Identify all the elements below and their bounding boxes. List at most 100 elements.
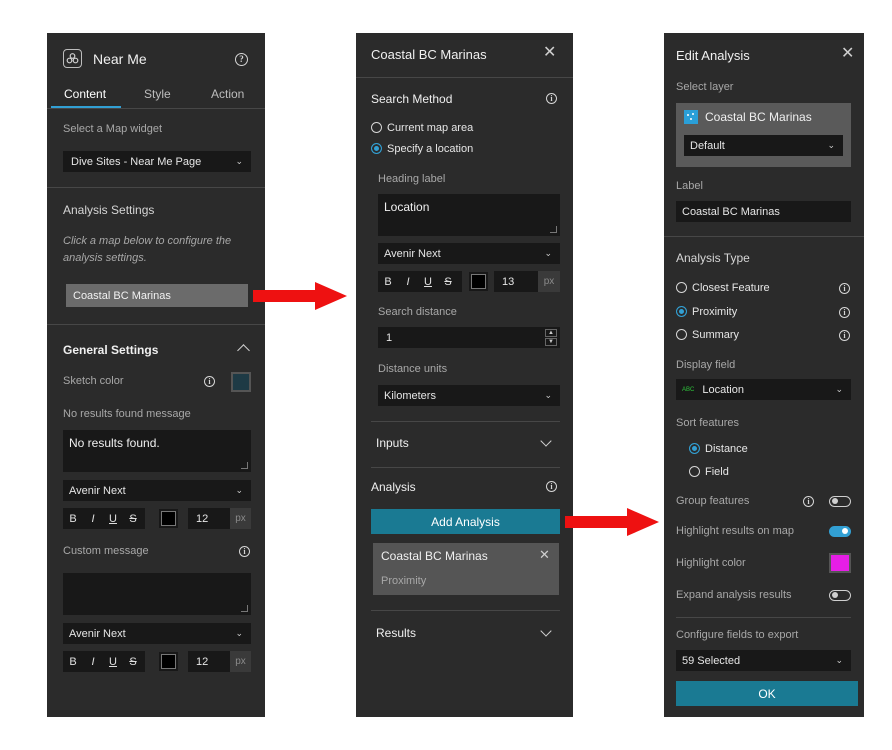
add-analysis-button[interactable]: Add Analysis [371, 509, 560, 534]
radio-proximity[interactable] [676, 306, 687, 317]
help-icon[interactable]: ? [235, 53, 248, 66]
stepper-down-button[interactable]: ▼ [545, 338, 557, 346]
px-unit: px [230, 508, 251, 529]
highlight-results-label: Highlight results on map [676, 525, 795, 537]
display-field-value: Location [702, 383, 744, 396]
display-field-select[interactable]: ABC Location ⌄ [676, 379, 851, 400]
chevron-down-icon: ⌄ [827, 140, 835, 150]
search-distance-label: Search distance [378, 306, 457, 318]
info-icon[interactable]: i [839, 307, 850, 318]
bold-button[interactable]: B [378, 276, 398, 288]
expand-results-toggle[interactable] [829, 590, 851, 601]
radio-closest-feature[interactable] [676, 282, 687, 293]
panel-title: Coastal BC Marinas [371, 47, 487, 62]
radio-sort-field[interactable] [689, 466, 700, 477]
chevron-down-icon: ⌄ [835, 384, 843, 394]
radio-current-map-area[interactable] [371, 122, 382, 133]
layer-icon [684, 110, 698, 124]
close-icon[interactable]: ✕ [841, 46, 854, 62]
no-results-textarea[interactable]: No results found. [63, 430, 251, 472]
sort-features-label: Sort features [676, 417, 739, 429]
map-widget-value: Dive Sites - Near Me Page [71, 155, 202, 168]
font-select[interactable]: Avenir Next ⌄ [378, 243, 560, 264]
font-size-input[interactable]: 13 [494, 271, 538, 292]
inputs-section-title[interactable]: Inputs [376, 436, 409, 450]
close-icon[interactable]: ✕ [539, 547, 550, 563]
layer-card: Coastal BC Marinas Default ⌄ [676, 103, 851, 167]
resize-handle-icon[interactable] [550, 226, 557, 233]
layer-view-select[interactable]: Default ⌄ [684, 135, 843, 156]
string-field-icon: ABC [682, 386, 695, 393]
close-icon[interactable]: ✕ [543, 45, 556, 61]
italic-button[interactable]: I [83, 656, 103, 668]
map-widget-select[interactable]: Dive Sites - Near Me Page ⌄ [63, 151, 251, 172]
text-format-toolbar: B I U S [378, 271, 462, 292]
radio-sort-distance[interactable] [689, 443, 700, 454]
radio-current-label: Current map area [387, 122, 474, 134]
map-item-coastal-bc-marinas[interactable]: Coastal BC Marinas [66, 284, 248, 307]
highlight-results-toggle[interactable] [829, 526, 851, 537]
fields-export-select[interactable]: 59 Selected ⌄ [676, 650, 851, 671]
info-icon[interactable]: i [546, 93, 557, 104]
stepper-up-button[interactable]: ▲ [545, 329, 557, 337]
info-icon[interactable]: i [546, 481, 557, 492]
no-results-label: No results found message [63, 408, 191, 420]
marinas-settings-panel: Coastal BC Marinas ✕ Search Method i Cur… [356, 33, 573, 717]
chevron-up-icon[interactable] [237, 344, 250, 357]
underline-button[interactable]: U [103, 656, 123, 668]
info-icon[interactable]: i [239, 546, 250, 557]
resize-handle-icon[interactable] [241, 462, 248, 469]
map-item-label: Coastal BC Marinas [73, 289, 171, 302]
resize-handle-icon[interactable] [241, 605, 248, 612]
distance-units-value: Kilometers [384, 389, 436, 402]
heading-textarea[interactable]: Location [378, 194, 560, 236]
font-value-2: Avenir Next [69, 627, 126, 640]
font-select-2[interactable]: Avenir Next ⌄ [63, 623, 251, 644]
sketch-color-swatch[interactable] [231, 372, 251, 392]
chevron-down-icon[interactable] [540, 625, 552, 637]
analysis-hint: Click a map below to configure the analy… [63, 235, 232, 264]
info-icon[interactable]: i [839, 283, 850, 294]
highlight-color-label: Highlight color [676, 557, 746, 569]
italic-button[interactable]: I [83, 513, 103, 525]
analysis-list-item[interactable]: Coastal BC Marinas Proximity ✕ [373, 543, 559, 595]
tab-style[interactable]: Style [144, 87, 171, 101]
ok-button[interactable]: OK [676, 681, 858, 706]
font-select[interactable]: Avenir Next ⌄ [63, 480, 251, 501]
radio-summary[interactable] [676, 329, 687, 340]
distance-units-select[interactable]: Kilometers ⌄ [378, 385, 560, 406]
strikethrough-button[interactable]: S [123, 656, 143, 668]
font-size-input[interactable]: 12 [188, 508, 230, 529]
bold-button[interactable]: B [63, 656, 83, 668]
widget-icon [63, 49, 82, 68]
italic-button[interactable]: I [398, 276, 418, 288]
highlight-color-swatch[interactable] [829, 553, 851, 573]
strikethrough-button[interactable]: S [123, 513, 143, 525]
underline-button[interactable]: U [418, 276, 438, 288]
sort-distance-label: Distance [705, 443, 748, 455]
chevron-down-icon: ⌄ [235, 628, 243, 638]
strikethrough-button[interactable]: S [438, 276, 458, 288]
label-value: Coastal BC Marinas [682, 205, 780, 218]
fields-selected-value: 59 Selected [682, 654, 741, 667]
tab-action[interactable]: Action [211, 87, 244, 101]
info-icon[interactable]: i [204, 376, 215, 387]
tab-content[interactable]: Content [64, 87, 106, 101]
font-size-input-2[interactable]: 12 [188, 651, 230, 672]
chevron-down-icon: ⌄ [544, 390, 552, 400]
info-icon[interactable]: i [839, 330, 850, 341]
bold-button[interactable]: B [63, 513, 83, 525]
underline-button[interactable]: U [103, 513, 123, 525]
chevron-down-icon[interactable] [540, 435, 552, 447]
layer-name: Coastal BC Marinas [705, 110, 812, 124]
expand-results-label: Expand analysis results [676, 589, 792, 601]
label-input[interactable]: Coastal BC Marinas [676, 201, 851, 222]
radio-specify-location[interactable] [371, 143, 382, 154]
search-distance-input[interactable]: 1 [378, 327, 560, 348]
group-features-toggle[interactable] [829, 496, 851, 507]
custom-message-textarea[interactable] [63, 573, 251, 615]
results-section-title[interactable]: Results [376, 626, 416, 640]
font-size-value: 12 [196, 512, 209, 525]
info-icon[interactable]: i [803, 496, 814, 507]
arrow-right-icon [253, 282, 347, 310]
